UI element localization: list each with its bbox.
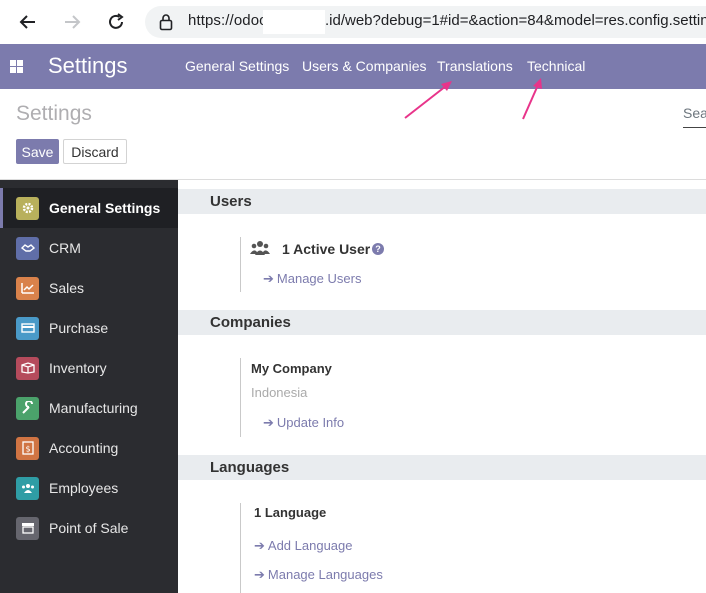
sidebar-item-accounting[interactable]: $ Accounting xyxy=(0,428,178,468)
sidebar-item-label: Employees xyxy=(49,480,119,496)
reload-icon xyxy=(109,13,124,29)
breadcrumb: Settings xyxy=(16,102,92,125)
sidebar-item-employees[interactable]: Employees xyxy=(0,468,178,508)
sidebar-item-point-of-sale[interactable]: Point of Sale xyxy=(0,508,178,548)
sidebar-item-inventory[interactable]: Inventory xyxy=(0,348,178,388)
box-icon xyxy=(16,356,39,380)
language-count: 1 Language xyxy=(254,505,327,520)
section-header-users xyxy=(178,189,706,214)
help-icon[interactable]: ? xyxy=(372,243,384,255)
manage-languages-link[interactable]: ➔ Manage Languages xyxy=(254,567,383,583)
sidebar-item-crm[interactable]: CRM xyxy=(0,228,178,268)
sidebar-item-purchase[interactable]: Purchase xyxy=(0,308,178,348)
link-label: Add Language xyxy=(267,538,353,553)
sidebar-item-label: General Settings xyxy=(49,200,161,216)
arrow-right-icon: ➔ xyxy=(254,538,265,553)
url-prefix: https://odoo xyxy=(188,12,268,29)
lock-icon xyxy=(159,14,173,31)
apps-menu-icon[interactable] xyxy=(10,60,23,73)
section-title: Languages xyxy=(210,459,290,476)
people-icon xyxy=(16,476,39,500)
active-users-count[interactable]: 1 Active User xyxy=(282,241,370,257)
menu-translations[interactable]: Translations xyxy=(437,58,513,74)
handshake-icon xyxy=(16,236,39,260)
arrow-right-icon: ➔ xyxy=(263,271,274,286)
company-name: My Company xyxy=(251,361,332,376)
card-icon xyxy=(16,316,39,340)
wrench-icon xyxy=(16,396,39,420)
section-title: Users xyxy=(210,193,252,210)
forward-arrow-icon xyxy=(65,15,81,29)
company-country: Indonesia xyxy=(251,385,308,400)
chart-icon xyxy=(16,276,39,300)
sidebar-item-label: Accounting xyxy=(49,440,119,456)
add-language-link[interactable]: ➔ Add Language xyxy=(254,538,353,554)
url-redaction xyxy=(263,10,325,34)
browser-toolbar: https://odoo .id/web?debug=1#id=&action=… xyxy=(0,0,706,44)
update-info-link[interactable]: ➔ Update Info xyxy=(263,415,344,431)
back-arrow-icon xyxy=(19,15,35,29)
search-placeholder: Sea xyxy=(683,105,706,121)
link-label: Manage Languages xyxy=(267,567,383,582)
divider xyxy=(240,237,241,292)
divider xyxy=(240,358,241,437)
app-brand[interactable]: Settings xyxy=(48,53,128,79)
sidebar-item-label: Sales xyxy=(49,280,85,296)
sidebar-item-label: CRM xyxy=(49,240,81,256)
link-label: Manage Users xyxy=(276,271,362,286)
sidebar-item-manufacturing[interactable]: Manufacturing xyxy=(0,388,178,428)
sidebar-item-label: Purchase xyxy=(49,320,109,336)
sidebar-item-sales[interactable]: Sales xyxy=(0,268,178,308)
url-suffix: .id/web?debug=1#id=&action=84&model=res.… xyxy=(325,12,706,29)
back-button[interactable] xyxy=(14,8,42,36)
forward-button[interactable] xyxy=(58,8,86,36)
save-button[interactable]: Save xyxy=(16,139,59,164)
reload-button[interactable] xyxy=(102,8,130,36)
sidebar-item-label: Manufacturing xyxy=(49,400,138,416)
discard-button[interactable]: Discard xyxy=(63,139,127,164)
svg-text:$: $ xyxy=(25,445,30,454)
arrow-right-icon: ➔ xyxy=(254,567,265,582)
manage-users-link[interactable]: ➔ Manage Users xyxy=(263,271,361,287)
store-icon xyxy=(16,516,39,540)
settings-sidebar: General Settings CRM Sales Purchase Inve… xyxy=(0,180,178,593)
menu-general-settings[interactable]: General Settings xyxy=(185,58,289,74)
gear-icon xyxy=(16,196,39,220)
divider xyxy=(240,503,241,593)
link-label: Update Info xyxy=(276,415,345,430)
menu-users-companies[interactable]: Users & Companies xyxy=(302,58,427,74)
menu-technical[interactable]: Technical xyxy=(527,58,585,74)
sidebar-item-label: Point of Sale xyxy=(49,520,129,536)
sidebar-item-label: Inventory xyxy=(49,360,107,376)
document-icon: $ xyxy=(16,436,39,460)
users-icon xyxy=(250,241,270,255)
arrow-right-icon: ➔ xyxy=(263,415,274,430)
sidebar-item-general-settings[interactable]: General Settings xyxy=(0,188,178,228)
section-title: Companies xyxy=(210,314,291,331)
